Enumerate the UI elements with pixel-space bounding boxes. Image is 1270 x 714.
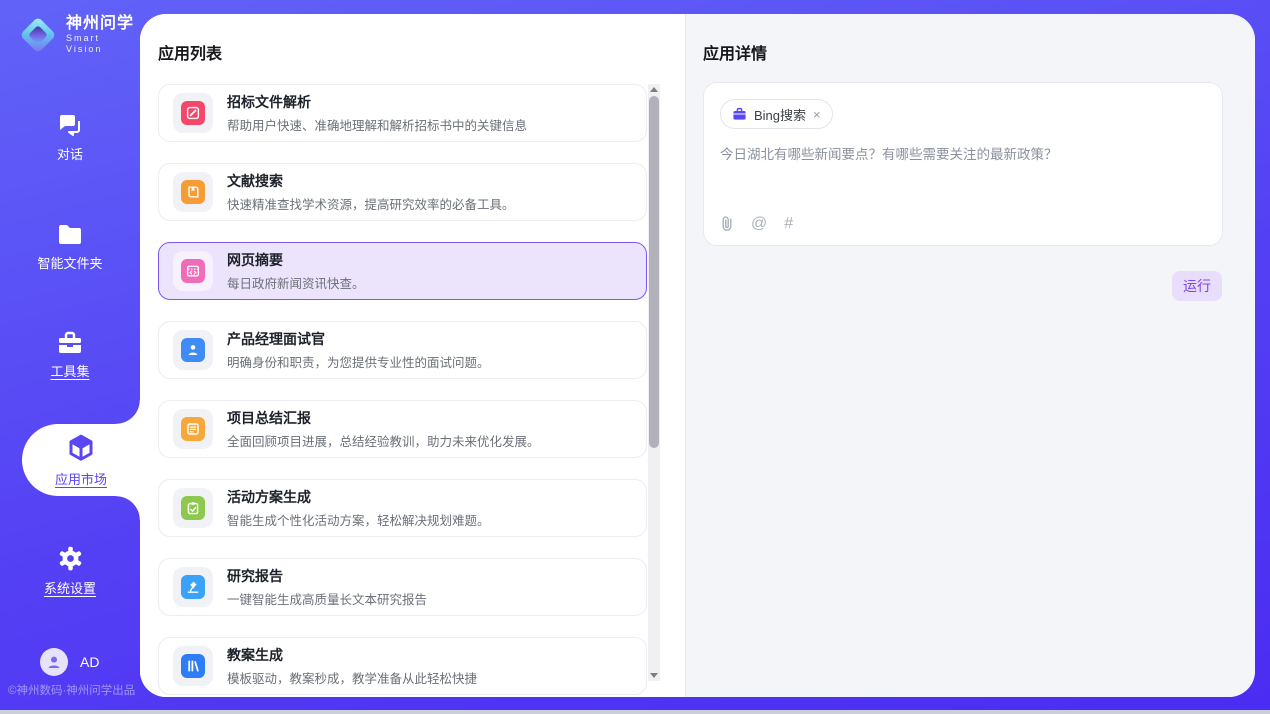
app-list-panel: 应用列表 招标文件解析 帮助用户快速、准确地理解和解析招标书中的关键信息 文献搜… bbox=[140, 14, 685, 697]
app-name: 项目总结汇报 bbox=[227, 408, 540, 428]
clipboard-check-icon bbox=[181, 496, 205, 520]
run-button[interactable]: 运行 bbox=[1172, 271, 1222, 301]
app-card-literature-search[interactable]: 文献搜索 快速精准查找学术资源，提高研究效率的必备工具。 bbox=[158, 163, 647, 221]
app-name: 活动方案生成 bbox=[227, 487, 490, 507]
app-input-card[interactable]: Bing搜索 × 今日湖北有哪些新闻要点？有哪些需要关注的最新政策？ @ # bbox=[703, 82, 1223, 246]
sidebar-item-smart-folder[interactable]: 智能文件夹 bbox=[0, 216, 140, 278]
tool-tag-bing-search[interactable]: Bing搜索 × bbox=[720, 99, 833, 129]
app-card-research-report[interactable]: 研究报告 一键智能生成高质量长文本研究报告 bbox=[158, 558, 647, 616]
briefcase-icon bbox=[732, 107, 747, 121]
app-name: 产品经理面试官 bbox=[227, 329, 490, 349]
sidebar-item-label: 对话 bbox=[57, 144, 83, 163]
scroll-up-arrow-icon[interactable] bbox=[650, 87, 658, 92]
interviewer-icon bbox=[181, 338, 205, 362]
app-card-lesson-plan[interactable]: 教案生成 模板驱动，教案秒成，教学准备从此轻松快捷 bbox=[158, 637, 647, 695]
app-desc: 明确身份和职责，为您提供专业性的面试问题。 bbox=[227, 352, 490, 371]
sidebar-item-app-market[interactable]: 应用市场 bbox=[22, 429, 140, 491]
cube-icon bbox=[66, 433, 96, 463]
sidebar-item-toolset[interactable]: 工具集 bbox=[0, 324, 140, 386]
brand-name: 神州问学 bbox=[66, 15, 140, 33]
user-account[interactable]: AD bbox=[40, 648, 99, 676]
brand-diamond-icon bbox=[20, 17, 56, 53]
sidebar-item-settings[interactable]: 系统设置 bbox=[0, 540, 140, 602]
brand-subtitle: Smart Vision bbox=[66, 33, 140, 55]
app-desc: 模板驱动，教案秒成，教学准备从此轻松快捷 bbox=[227, 668, 477, 687]
app-card-event-plan[interactable]: 活动方案生成 智能生成个性化活动方案，轻松解决规划难题。 bbox=[158, 479, 647, 537]
attachment-toolbar: @ # bbox=[720, 215, 793, 232]
webpage-code-icon bbox=[181, 259, 205, 283]
app-name: 招标文件解析 bbox=[227, 92, 527, 112]
app-detail-title: 应用详情 bbox=[703, 40, 767, 64]
app-card-project-summary[interactable]: 项目总结汇报 全面回顾项目进展，总结经验教训，助力未来优化发展。 bbox=[158, 400, 647, 458]
hash-icon[interactable]: # bbox=[784, 216, 793, 232]
avatar bbox=[40, 648, 68, 676]
chat-icon bbox=[56, 112, 84, 138]
folder-icon bbox=[56, 223, 84, 247]
microscope-icon bbox=[181, 575, 205, 599]
app-card-pm-interviewer[interactable]: 产品经理面试官 明确身份和职责，为您提供专业性的面试问题。 bbox=[158, 321, 647, 379]
app-list-title: 应用列表 bbox=[158, 40, 222, 64]
app-name: 文献搜索 bbox=[227, 171, 515, 191]
book-icon bbox=[181, 180, 205, 204]
app-card-webpage-summary[interactable]: 网页摘要 每日政府新闻资讯快查。 bbox=[158, 242, 647, 300]
toolbox-icon bbox=[56, 330, 84, 355]
sidebar-item-label: 应用市场 bbox=[55, 469, 107, 488]
user-name: AD bbox=[80, 654, 99, 670]
gear-icon bbox=[57, 545, 84, 572]
app-desc: 帮助用户快速、准确地理解和解析招标书中的关键信息 bbox=[227, 115, 527, 134]
tool-tag-label: Bing搜索 bbox=[754, 105, 806, 124]
app-name: 网页摘要 bbox=[227, 250, 365, 270]
main-content: 应用列表 招标文件解析 帮助用户快速、准确地理解和解析招标书中的关键信息 文献搜… bbox=[140, 14, 1255, 697]
app-name: 教案生成 bbox=[227, 645, 477, 665]
sidebar-item-label: 工具集 bbox=[50, 361, 89, 380]
mention-at-icon[interactable]: @ bbox=[751, 216, 767, 232]
app-desc: 每日政府新闻资讯快查。 bbox=[227, 273, 365, 292]
app-desc: 智能生成个性化活动方案，轻松解决规划难题。 bbox=[227, 510, 490, 529]
sidebar: 神州问学 Smart Vision 对话 智能文件夹 工具集 应用市场 系统设置 bbox=[0, 0, 140, 714]
sidebar-item-chat[interactable]: 对话 bbox=[0, 106, 140, 168]
tool-tag-close-icon[interactable]: × bbox=[813, 107, 821, 122]
document-edit-icon bbox=[181, 101, 205, 125]
scrollbar-thumb[interactable] bbox=[649, 96, 659, 448]
paperclip-icon[interactable] bbox=[720, 215, 734, 232]
app-desc: 一键智能生成高质量长文本研究报告 bbox=[227, 589, 427, 608]
app-name: 研究报告 bbox=[227, 566, 427, 586]
app-desc: 全面回顾项目进展，总结经验教训，助力未来优化发展。 bbox=[227, 431, 540, 450]
scroll-down-arrow-icon[interactable] bbox=[650, 673, 658, 678]
app-card-bid-document-parsing[interactable]: 招标文件解析 帮助用户快速、准确地理解和解析招标书中的关键信息 bbox=[158, 84, 647, 142]
app-list: 招标文件解析 帮助用户快速、准确地理解和解析招标书中的关键信息 文献搜索 快速精… bbox=[158, 84, 647, 695]
copyright-footer: ©神州数码·神州问学出品 bbox=[8, 682, 135, 698]
books-icon bbox=[181, 654, 205, 678]
brand-logo: 神州问学 Smart Vision bbox=[20, 15, 140, 55]
app-detail-panel: 应用详情 Bing搜索 × 今日湖北有哪些新闻要点？有哪些需要关注的最新政策？ … bbox=[685, 14, 1255, 697]
app-desc: 快速精准查找学术资源，提高研究效率的必备工具。 bbox=[227, 194, 515, 213]
app-list-scrollbar[interactable] bbox=[648, 84, 660, 681]
sidebar-item-label: 系统设置 bbox=[44, 578, 96, 597]
bottom-edge-strip bbox=[0, 710, 1270, 714]
query-input[interactable]: 今日湖北有哪些新闻要点？有哪些需要关注的最新政策？ bbox=[720, 145, 1206, 165]
memo-icon bbox=[181, 417, 205, 441]
sidebar-item-label: 智能文件夹 bbox=[37, 253, 102, 272]
